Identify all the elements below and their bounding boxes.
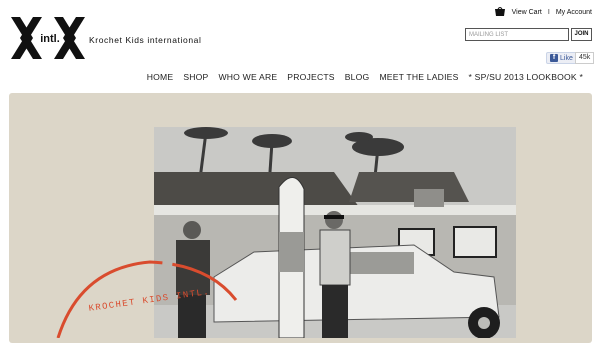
separator: I [547,8,550,16]
facebook-icon: f [550,54,558,62]
hero-photo [154,127,516,338]
main-nav: HOME SHOP WHO WE ARE PROJECTS BLOG MEET … [142,72,588,82]
view-cart-link[interactable]: View Cart [512,9,542,16]
facebook-like-button[interactable]: f Like [546,52,577,64]
nav-item-home[interactable]: HOME [142,72,179,82]
nav-item-projects[interactable]: PROJECTS [282,72,339,82]
facebook-like-label: Like [560,54,573,62]
facebook-like-count: 45k [575,52,595,64]
my-account-link[interactable]: My Account [556,9,592,16]
mailing-list-input[interactable]: MAILING LIST [465,28,569,41]
kk-logo-icon: intl. [11,17,85,59]
photo-illustration [154,127,516,338]
nav-item-lookbook[interactable]: * SP/SU 2013 LOOKBOOK * [464,72,588,82]
nav-item-shop[interactable]: SHOP [178,72,213,82]
nav-item-meet-the-ladies[interactable]: MEET THE LADIES [374,72,463,82]
brand-name: Krochet Kids international [89,35,202,45]
top-links: View Cart I My Account [494,7,592,17]
brand-logo[interactable]: intl. [11,17,85,59]
logo-text: intl. [40,33,60,45]
join-button[interactable]: JOIN [571,28,592,41]
cart-icon[interactable] [494,7,506,17]
nav-item-who-we-are[interactable]: WHO WE ARE [213,72,282,82]
nav-item-blog[interactable]: BLOG [340,72,375,82]
